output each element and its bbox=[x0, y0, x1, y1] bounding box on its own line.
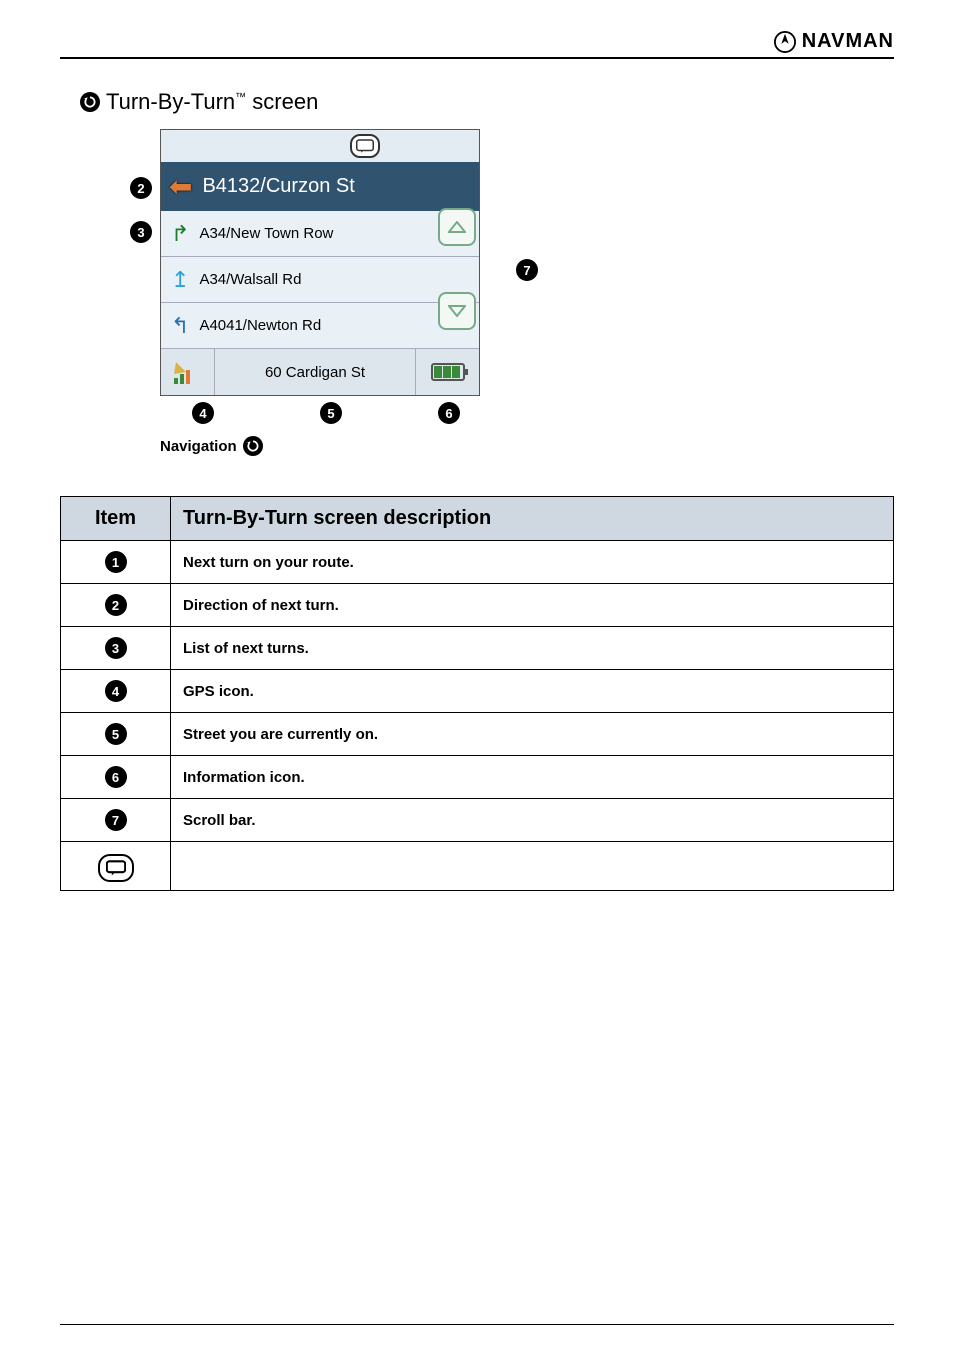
desc-cell: Next turn on your route. bbox=[171, 541, 894, 584]
callout-4: 4 bbox=[192, 402, 214, 424]
item-cell: 6 bbox=[61, 756, 171, 799]
desc-cell: List of next turns. bbox=[171, 627, 894, 670]
brand-logo: NAVMAN bbox=[774, 30, 894, 53]
scroll-up-button[interactable] bbox=[438, 208, 476, 246]
callout-3: 3 bbox=[130, 221, 152, 243]
turn-label: A34/Walsall Rd bbox=[199, 271, 301, 288]
item-number-badge: 7 bbox=[105, 809, 127, 831]
page-footer-rule bbox=[60, 1324, 894, 1325]
next-turn-bar: ⬅ B4132/Curzon St bbox=[161, 162, 479, 211]
item-number-badge: 6 bbox=[105, 766, 127, 788]
caption-text: Navigation bbox=[160, 438, 237, 455]
turn-arrow-icon: ↥ bbox=[171, 267, 189, 293]
item-cell bbox=[61, 842, 171, 891]
item-number-badge: 3 bbox=[105, 637, 127, 659]
list-item[interactable]: ↱ A34/New Town Row bbox=[161, 211, 479, 257]
navman-logo-icon bbox=[774, 31, 796, 53]
description-table: Item Turn-By-Turn screen description 1 Ne… bbox=[60, 496, 894, 891]
desc-cell: Scroll bar. bbox=[171, 799, 894, 842]
desc-cell: Street you are currently on. bbox=[171, 713, 894, 756]
brand-text: NAVMAN bbox=[802, 30, 894, 53]
turn-label: A4041/Newton Rd bbox=[199, 317, 321, 334]
item-cell: 4 bbox=[61, 670, 171, 713]
callout-2: 2 bbox=[130, 177, 152, 199]
cycle-icon bbox=[243, 436, 263, 456]
gps-icon[interactable] bbox=[161, 349, 215, 395]
list-item[interactable]: ↥ A34/Walsall Rd bbox=[161, 257, 479, 303]
desc-cell: Information icon. bbox=[171, 756, 894, 799]
table-row: 4 GPS icon. bbox=[61, 670, 894, 713]
scroll-down-button[interactable] bbox=[438, 292, 476, 330]
page-header: NAVMAN bbox=[60, 30, 894, 59]
table-row: 6 Information icon. bbox=[61, 756, 894, 799]
heading-prefix: Turn-By-Turn bbox=[106, 89, 235, 114]
callout-6: 6 bbox=[438, 402, 460, 424]
desc-cell: GPS icon. bbox=[171, 670, 894, 713]
desc-cell bbox=[171, 842, 894, 891]
list-item[interactable]: ↰ A4041/Newton Rd bbox=[161, 303, 479, 349]
item-number-badge: 2 bbox=[105, 594, 127, 616]
table-row: 7 Scroll bar. bbox=[61, 799, 894, 842]
item-number-badge: 4 bbox=[105, 680, 127, 702]
info-top-icon[interactable] bbox=[350, 134, 380, 158]
figure-caption: Navigation bbox=[160, 436, 894, 456]
table-row bbox=[61, 842, 894, 891]
turn-arrow-icon: ↰ bbox=[171, 313, 189, 339]
item-cell: 2 bbox=[61, 584, 171, 627]
section-heading: Turn-By-Turn™ screen bbox=[80, 89, 894, 115]
info-bubble-icon bbox=[98, 854, 134, 882]
scroll-bar[interactable] bbox=[438, 208, 480, 330]
item-cell: 5 bbox=[61, 713, 171, 756]
item-cell: 1 bbox=[61, 541, 171, 584]
table-header-item: Item bbox=[61, 497, 171, 541]
item-cell: 7 bbox=[61, 799, 171, 842]
cycle-icon bbox=[80, 92, 100, 112]
information-icon[interactable] bbox=[415, 349, 479, 395]
device-screenshot: ⬅ B4132/Curzon St ↱ A34/New Town Row ↥ A… bbox=[160, 129, 480, 396]
battery-icon bbox=[431, 363, 465, 381]
table-row: 1 Next turn on your route. bbox=[61, 541, 894, 584]
callout-7: 7 bbox=[516, 259, 538, 281]
heading-tm: ™ bbox=[235, 92, 246, 104]
callout-5: 5 bbox=[320, 402, 342, 424]
item-number-badge: 5 bbox=[105, 723, 127, 745]
table-header-desc: Turn-By-Turn screen description bbox=[171, 497, 894, 541]
heading-suffix: screen bbox=[252, 89, 318, 114]
turn-label: A34/New Town Row bbox=[199, 225, 333, 242]
item-number-badge: 1 bbox=[105, 551, 127, 573]
table-row: 2 Direction of next turn. bbox=[61, 584, 894, 627]
item-cell: 3 bbox=[61, 627, 171, 670]
desc-cell: Direction of next turn. bbox=[171, 584, 894, 627]
current-street: 60 Cardigan St bbox=[215, 364, 415, 381]
turn-arrow-icon: ↱ bbox=[171, 221, 189, 247]
turn-left-icon: ⬅ bbox=[169, 170, 192, 203]
next-turn-label: B4132/Curzon St bbox=[202, 175, 354, 198]
table-row: 3 List of next turns. bbox=[61, 627, 894, 670]
table-row: 5 Street you are currently on. bbox=[61, 713, 894, 756]
